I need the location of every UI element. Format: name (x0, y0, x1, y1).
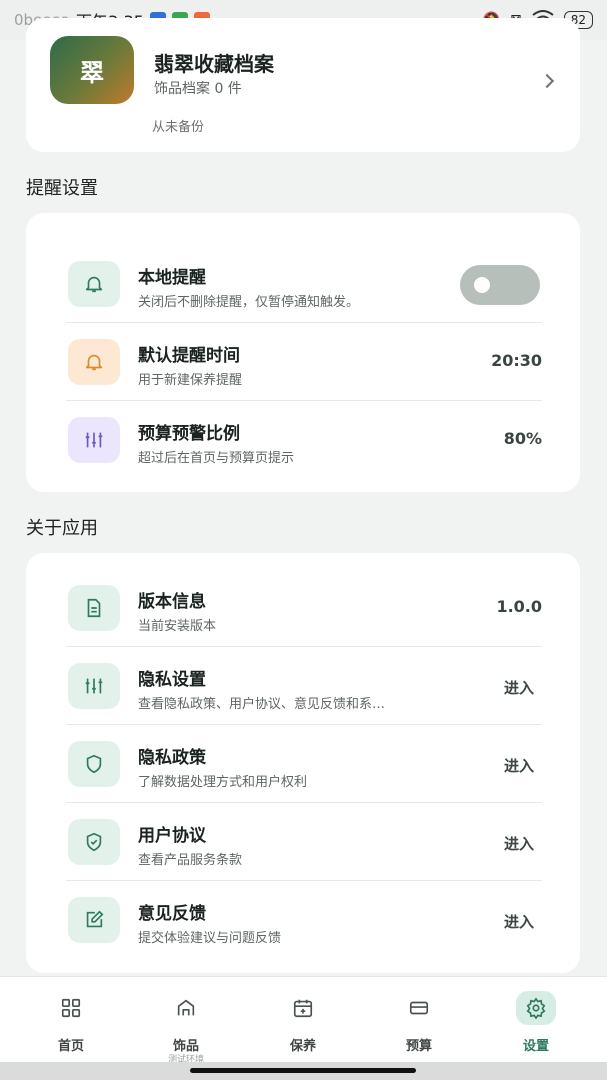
backup-status: 从未备份 (152, 120, 205, 135)
section-title-reminder: 提醒设置 (26, 178, 98, 199)
enter-link[interactable]: 进入 (504, 911, 534, 932)
enter-link[interactable]: 进入 (504, 755, 534, 776)
setting-desc: 关闭后不删除提醒，仅暂停通知触发。 (138, 295, 360, 310)
chevron-right-icon (539, 73, 555, 89)
enter-link[interactable]: 进入 (504, 677, 534, 698)
nav-label: 设置 (522, 1039, 549, 1054)
setting-row-privacy-policy[interactable]: 隐私政策 了解数据处理方式和用户权利 进入 (66, 725, 542, 803)
setting-row-version[interactable]: 版本信息 当前安装版本 1.0.0 (66, 569, 542, 647)
sliders-icon (68, 417, 120, 463)
section-title-about: 关于应用 (26, 518, 98, 539)
bell-icon (68, 339, 120, 385)
gear-icon (516, 991, 556, 1025)
about-card: 版本信息 当前安装版本 1.0.0 隐私设置 查看隐私政策、用户协议、意见反馈和… (26, 553, 580, 973)
default-time-value: 20:30 (491, 351, 542, 370)
calendar-icon (283, 991, 323, 1025)
setting-title: 隐私设置 (138, 670, 206, 690)
budget-alert-value: 80% (503, 429, 542, 448)
setting-row-feedback[interactable]: 意见反馈 提交体验建议与问题反馈 进入 (66, 881, 542, 959)
setting-row-user-agreement[interactable]: 用户协议 查看产品服务条款 进入 (66, 803, 542, 881)
version-value: 1.0.0 (496, 597, 542, 616)
local-reminder-toggle[interactable] (460, 265, 540, 305)
nav-label: 预算 (405, 1039, 432, 1054)
grid-icon (51, 991, 91, 1025)
setting-desc: 了解数据处理方式和用户权利 (138, 775, 308, 790)
bell-icon (68, 261, 120, 307)
nav-item-home[interactable]: 首页 (26, 991, 116, 1054)
setting-desc: 提交体验建议与问题反馈 (138, 931, 282, 946)
sliders-icon (68, 663, 120, 709)
nav-item-settings[interactable]: 设置 (491, 991, 581, 1054)
shield-icon (68, 741, 120, 787)
reminder-card: 本地提醒 关闭后不删除提醒，仅暂停通知触发。 默认提醒时间 用于新建保养提醒 2… (26, 213, 580, 492)
setting-title: 意见反馈 (138, 904, 206, 924)
shield-check-icon (68, 819, 120, 865)
bottom-nav: 首页 饰品 测试环境 保养 预算 设置 (0, 976, 607, 1065)
setting-title: 本地提醒 (138, 268, 206, 288)
nav-label: 首页 (57, 1039, 84, 1054)
profile-card[interactable]: 翠 翡翠收藏档案 饰品档案 0 件 从未备份 (26, 18, 580, 152)
enter-link[interactable]: 进入 (504, 833, 534, 854)
app-avatar: 翠 (50, 36, 134, 104)
setting-row-local-reminder[interactable]: 本地提醒 关闭后不删除提醒，仅暂停通知触发。 (66, 245, 542, 323)
setting-title: 默认提醒时间 (138, 346, 240, 366)
setting-desc: 当前安装版本 (138, 619, 217, 634)
nav-label: 保养 (289, 1039, 316, 1054)
home-icon (166, 991, 206, 1025)
setting-title: 用户协议 (138, 826, 206, 846)
profile-title: 翡翠收藏档案 (154, 52, 274, 76)
setting-title: 预算预警比例 (138, 424, 240, 444)
setting-title: 版本信息 (138, 592, 206, 612)
setting-desc: 查看隐私政策、用户协议、意见反馈和系… (138, 697, 386, 712)
nav-item-maintenance[interactable]: 保养 (258, 991, 348, 1054)
setting-row-default-time[interactable]: 默认提醒时间 用于新建保养提醒 20:30 (66, 323, 542, 401)
nav-item-jewelry[interactable]: 饰品 测试环境 (141, 991, 231, 1065)
setting-row-privacy-settings[interactable]: 隐私设置 查看隐私政策、用户协议、意见反馈和系… 进入 (66, 647, 542, 725)
profile-subtitle: 饰品档案 0 件 (154, 81, 242, 97)
setting-desc: 用于新建保养提醒 (138, 373, 243, 388)
toggle-knob (474, 277, 490, 293)
nav-item-budget[interactable]: 预算 (374, 991, 464, 1054)
setting-desc: 查看产品服务条款 (138, 853, 243, 868)
setting-row-budget-alert[interactable]: 预算预警比例 超过后在首页与预算页提示 80% (66, 401, 542, 479)
wallet-icon (399, 991, 439, 1025)
setting-desc: 超过后在首页与预算页提示 (138, 451, 295, 466)
setting-title: 隐私政策 (138, 748, 206, 768)
document-icon (68, 585, 120, 631)
home-indicator[interactable] (190, 1068, 416, 1073)
edit-icon (68, 897, 120, 943)
